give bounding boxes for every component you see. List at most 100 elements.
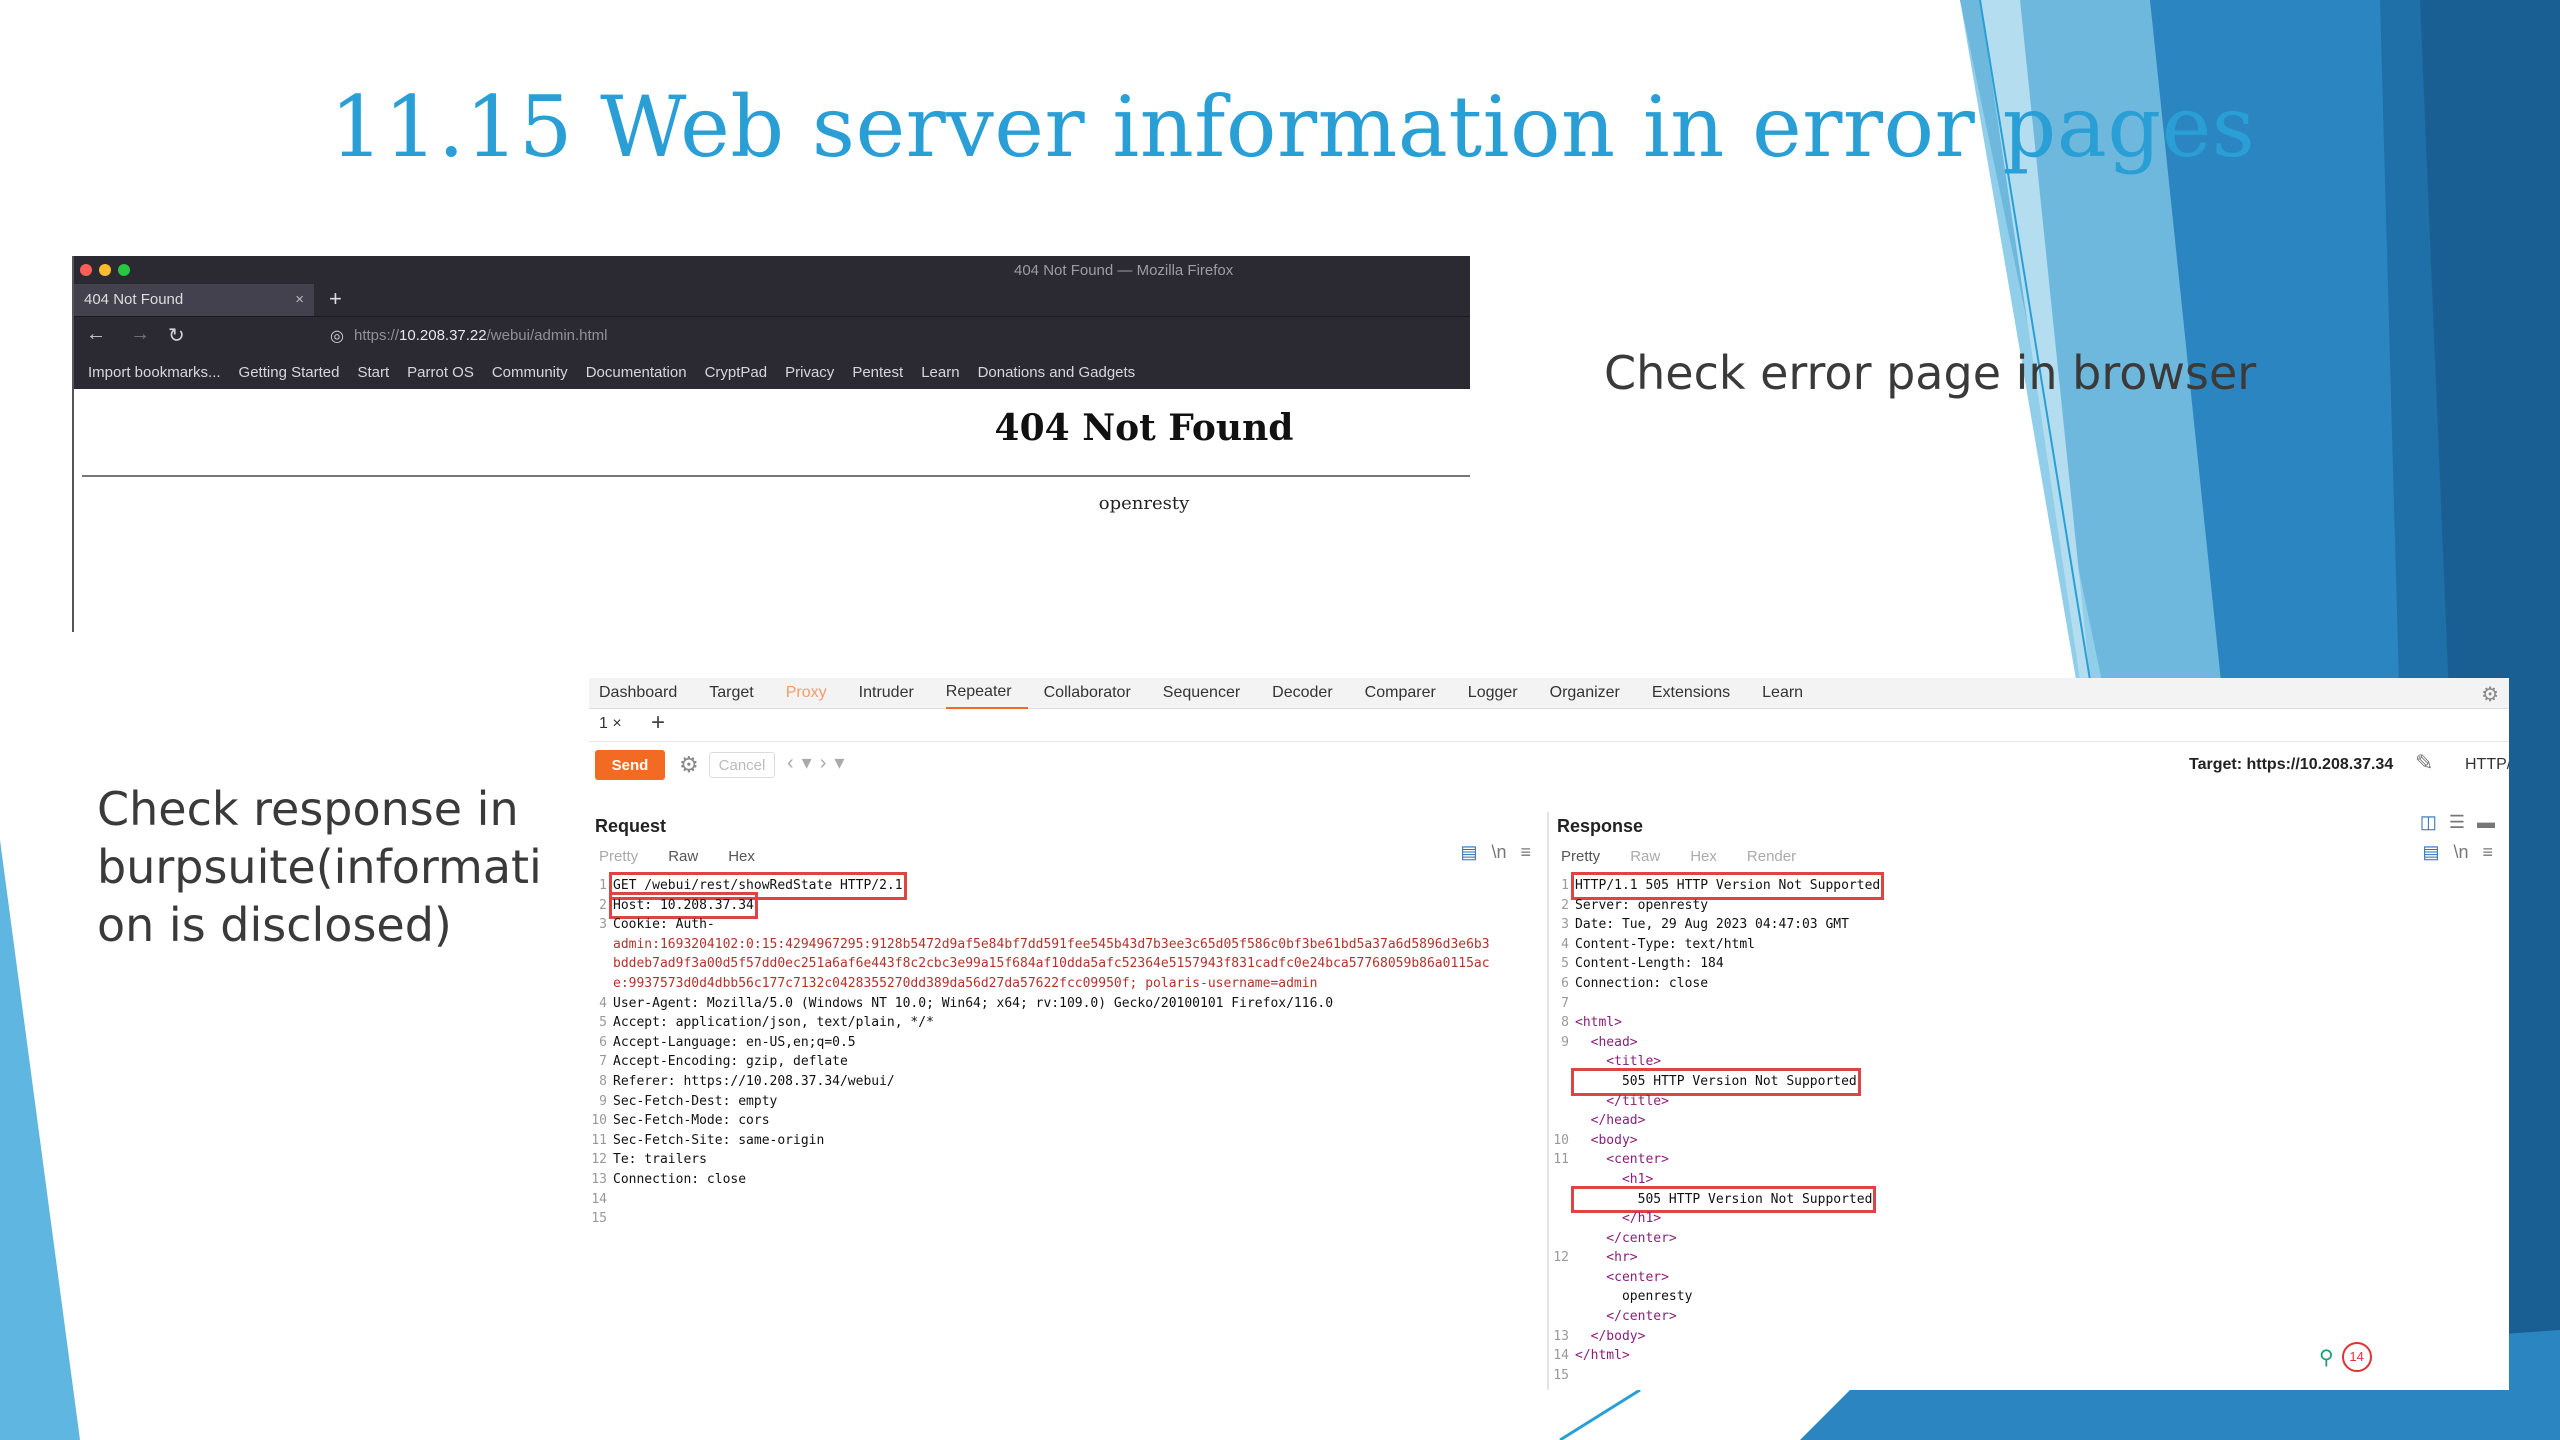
code-line: 5 Content-Length: 184 xyxy=(1551,954,2501,974)
settings-gear-icon[interactable]: ⚙ xyxy=(2481,682,2499,707)
bookmarks-toolbar: Import bookmarks... Getting Started Star… xyxy=(74,355,1470,389)
code-text: </center> xyxy=(1575,1309,1677,1325)
tab-hex[interactable]: Hex xyxy=(728,848,755,865)
line-number xyxy=(1551,1092,1569,1112)
close-window-button[interactable] xyxy=(80,264,92,276)
menu-sequencer[interactable]: Sequencer xyxy=(1163,678,1256,708)
line-number xyxy=(1551,1052,1569,1072)
line-number: 13 xyxy=(591,1171,607,1187)
url-bar[interactable]: https://10.208.37.22/webui/admin.html xyxy=(354,323,1454,349)
bookmark-item[interactable]: CryptPad xyxy=(705,364,768,381)
repeater-toolbar: Send ⚙ Cancel ‹▾›▾ Target: https://10.20… xyxy=(589,742,2509,788)
window-titlebar: 404 Not Found — Mozilla Firefox xyxy=(74,256,1470,284)
repeater-tab-1[interactable]: 1 × xyxy=(599,715,622,733)
bookmark-item[interactable]: Learn xyxy=(921,364,959,381)
tab-raw[interactable]: Raw xyxy=(668,848,698,865)
code-line: 14 xyxy=(589,1190,1539,1210)
menu-repeater[interactable]: Repeater xyxy=(945,678,1028,709)
firefox-window: 404 Not Found — Mozilla Firefox 404 Not … xyxy=(72,256,1470,632)
newline-icon[interactable]: \n xyxy=(2453,842,2468,863)
code-text: Cookie: Auth- xyxy=(613,917,715,933)
menu-proxy[interactable]: Proxy xyxy=(786,678,843,708)
code-line: 4 User-Agent: Mozilla/5.0 (Windows NT 10.… xyxy=(589,994,1539,1014)
maximize-window-button[interactable] xyxy=(118,264,130,276)
cancel-button[interactable]: Cancel xyxy=(709,752,775,778)
menu-icon[interactable]: ≡ xyxy=(2482,842,2493,863)
line-number: 14 xyxy=(591,1191,607,1207)
response-viewer[interactable]: 1 HTTP/1.1 505 HTTP Version Not Supported… xyxy=(1551,872,2501,1385)
shield-icon[interactable]: ◎ xyxy=(330,326,344,346)
notification-count-badge[interactable]: 14 xyxy=(2341,1342,2372,1372)
bookmark-item[interactable]: Start xyxy=(357,364,389,381)
http-version-label[interactable]: HTTP/ xyxy=(2465,756,2509,774)
history-nav-arrows-icon[interactable]: ‹▾›▾ xyxy=(787,750,852,775)
tab-raw[interactable]: Raw xyxy=(1630,848,1660,865)
menu-learn[interactable]: Learn xyxy=(1762,678,1819,708)
tab-pretty[interactable]: Pretty xyxy=(599,848,638,865)
menu-target[interactable]: Target xyxy=(709,678,769,708)
navigation-toolbar: ← → ↻ ◎ https://10.208.37.22/webui/admin… xyxy=(74,316,1470,355)
line-number xyxy=(1551,1190,1569,1210)
menu-dashboard[interactable]: Dashboard xyxy=(599,678,693,708)
code-line: 1 GET /webui/rest/showRedState HTTP/2.1 xyxy=(589,872,1539,900)
line-number: 2 xyxy=(599,897,607,913)
burp-menubar: Dashboard Target Proxy Intruder Repeater… xyxy=(589,678,2509,709)
line-number: 15 xyxy=(591,1211,607,1227)
code-line: 2 Server: openresty xyxy=(1551,896,2501,916)
code-line: 9 Sec-Fetch-Dest: empty xyxy=(589,1092,1539,1112)
request-title: Request xyxy=(595,816,667,836)
request-editor[interactable]: 1 GET /webui/rest/showRedState HTTP/2.1 2 H… xyxy=(589,872,1539,1229)
location-pin-icon[interactable]: ⚲ xyxy=(2319,1345,2334,1370)
minimize-window-button[interactable] xyxy=(99,264,111,276)
code-line: 7 Accept-Encoding: gzip, deflate xyxy=(589,1052,1539,1072)
close-tab-icon[interactable]: × xyxy=(295,284,304,316)
bookmark-item[interactable]: Import bookmarks... xyxy=(88,364,221,381)
gear-icon[interactable]: ⚙ xyxy=(679,752,699,778)
menu-icon[interactable]: ≡ xyxy=(1520,842,1531,863)
new-tab-button[interactable]: + xyxy=(329,284,342,314)
add-tab-button[interactable]: + xyxy=(651,709,665,737)
tab-404[interactable]: 404 Not Found × xyxy=(74,284,314,316)
forward-arrow-icon[interactable]: → xyxy=(130,323,150,346)
line-number: 4 xyxy=(1561,936,1569,952)
bookmark-item[interactable]: Community xyxy=(492,364,568,381)
code-line: 11 <center> xyxy=(1551,1150,2501,1170)
page-content: 404 Not Found openresty xyxy=(74,389,1470,632)
send-button[interactable]: Send xyxy=(595,750,665,780)
line-number: 4 xyxy=(599,995,607,1011)
line-number: 12 xyxy=(591,1152,607,1168)
bookmark-item[interactable]: Getting Started xyxy=(239,364,340,381)
menu-organizer[interactable]: Organizer xyxy=(1550,678,1636,708)
line-number xyxy=(1551,1268,1569,1288)
tab-hex[interactable]: Hex xyxy=(1690,848,1717,865)
url-host: 10.208.37.22 xyxy=(399,327,487,344)
tab-pretty[interactable]: Pretty xyxy=(1561,848,1600,865)
edit-pencil-icon[interactable]: ✎ xyxy=(2415,750,2433,776)
menu-comparer[interactable]: Comparer xyxy=(1365,678,1452,708)
menu-intruder[interactable]: Intruder xyxy=(859,678,930,708)
bookmark-item[interactable]: Privacy xyxy=(785,364,834,381)
line-number xyxy=(1551,1287,1569,1307)
tab-render[interactable]: Render xyxy=(1747,848,1796,865)
bookmark-item[interactable]: Parrot OS xyxy=(407,364,474,381)
back-arrow-icon[interactable]: ← xyxy=(86,323,106,346)
code-line: 505 HTTP Version Not Supported xyxy=(1551,1185,2501,1214)
menu-logger[interactable]: Logger xyxy=(1468,678,1534,708)
wrap-lines-icon[interactable]: ▤ xyxy=(2422,842,2439,863)
code-text: bddeb7ad9f3a00d5f57dd0ec251a6af6e443f8c2… xyxy=(613,956,1490,972)
menu-collaborator[interactable]: Collaborator xyxy=(1044,678,1147,708)
split-layout-icon[interactable]: ◫ xyxy=(2420,812,2437,833)
bookmark-item[interactable]: Pentest xyxy=(852,364,903,381)
horizontal-layout-icon[interactable]: ☰ xyxy=(2449,812,2465,833)
menu-extensions[interactable]: Extensions xyxy=(1652,678,1746,708)
menu-decoder[interactable]: Decoder xyxy=(1272,678,1348,708)
bookmark-item[interactable]: Documentation xyxy=(586,364,687,381)
burp-caption: Check response in burpsuite(informati on… xyxy=(97,782,542,952)
code-line: </head> xyxy=(1551,1111,2501,1131)
single-layout-icon[interactable]: ▬ xyxy=(2477,812,2495,833)
bookmark-item[interactable]: Donations and Gadgets xyxy=(978,364,1136,381)
reload-icon[interactable]: ↻ xyxy=(168,323,185,348)
newline-icon[interactable]: \n xyxy=(1491,842,1506,863)
line-number: 15 xyxy=(1553,1367,1569,1383)
wrap-lines-icon[interactable]: ▤ xyxy=(1460,842,1477,863)
